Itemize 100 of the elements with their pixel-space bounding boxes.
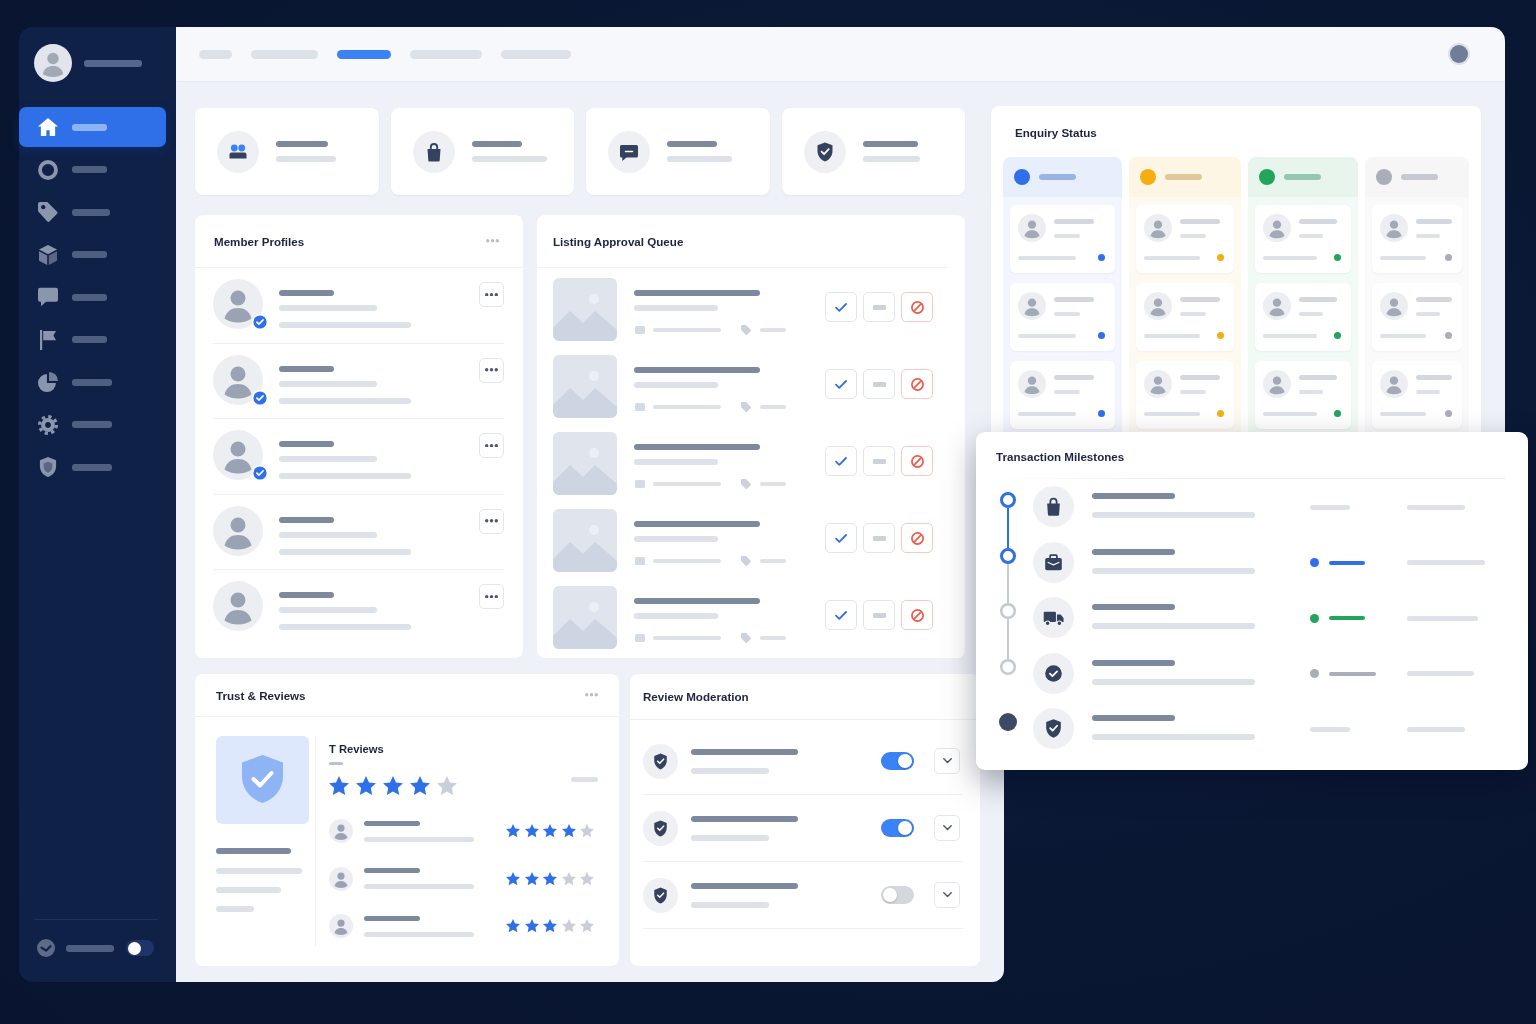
shield-check-icon [643, 743, 678, 779]
sidebar-item[interactable] [19, 107, 166, 147]
more-icon [485, 292, 498, 297]
more-button[interactable] [479, 508, 504, 534]
placeholder-bar [1018, 411, 1076, 416]
star-icon [561, 824, 576, 838]
placeholder-bar [72, 208, 110, 216]
star-icon [543, 871, 557, 886]
more-button[interactable] [479, 433, 504, 458]
more-button[interactable] [479, 584, 504, 609]
image-placeholder [553, 278, 617, 341]
tag-icon [741, 402, 751, 412]
tag-icon [741, 325, 751, 335]
square-icon [635, 634, 645, 642]
avatar-icon [1380, 370, 1408, 398]
placeholder-bar [364, 820, 420, 826]
more-button[interactable] [479, 357, 504, 383]
reject-button[interactable] [901, 523, 933, 553]
star-icon [506, 824, 520, 838]
star-icon [329, 776, 349, 796]
square-icon [635, 403, 645, 411]
placeholder-bar [1380, 411, 1426, 416]
placeholder-bar [1054, 219, 1094, 224]
minus-icon [872, 535, 886, 541]
toggle-switch[interactable] [126, 940, 154, 956]
chevron-down-icon [942, 825, 952, 831]
toggle-switch[interactable] [881, 886, 914, 904]
truck-icon [1033, 597, 1074, 638]
placeholder-bar [1263, 411, 1317, 416]
expand-button[interactable] [934, 882, 960, 908]
toggle-switch[interactable] [881, 819, 914, 837]
chat-icon [608, 130, 650, 173]
timeline-connector [1007, 619, 1009, 659]
approve-button[interactable] [825, 292, 857, 322]
more-icon[interactable] [486, 239, 499, 243]
expand-button[interactable] [934, 748, 960, 774]
toggle-switch[interactable] [881, 752, 914, 770]
more-icon[interactable] [585, 693, 598, 697]
placeholder-bar [1329, 671, 1376, 676]
placeholder-bar [1018, 333, 1076, 338]
placeholder-bar [1299, 297, 1337, 302]
placeholder-bar [1180, 375, 1220, 380]
reject-button[interactable] [901, 369, 933, 399]
placeholder-bar [84, 59, 142, 67]
avatar-icon [213, 581, 263, 631]
avatar-icon [1144, 370, 1172, 398]
nav-tab[interactable] [337, 49, 391, 59]
avatar-icon [1448, 43, 1470, 65]
tag-icon [741, 556, 751, 566]
avatar-icon [213, 279, 263, 329]
avatar-icon [213, 354, 263, 405]
reject-button[interactable] [901, 600, 933, 630]
placeholder-bar [1180, 390, 1206, 394]
approve-button[interactable] [825, 600, 857, 630]
people-icon [217, 130, 259, 173]
avatar-icon [329, 866, 353, 891]
placeholder-bar [1416, 390, 1440, 394]
star-icon [580, 871, 594, 886]
placeholder-bar [1416, 219, 1452, 224]
minus-icon [872, 458, 886, 464]
placeholder-bar [1144, 333, 1200, 338]
approve-button[interactable] [825, 369, 857, 399]
more-icon [485, 519, 498, 523]
image-placeholder [553, 355, 617, 418]
more-icon [485, 594, 498, 599]
bag-icon [1033, 486, 1074, 527]
panel-title: Member Profiles [214, 233, 305, 249]
shield-check-icon [643, 877, 678, 913]
placeholder-bar [216, 887, 281, 893]
flag-icon [38, 329, 58, 350]
star-icon [580, 919, 594, 933]
expand-button[interactable] [934, 815, 960, 841]
more-button[interactable] [479, 282, 504, 307]
panel-title: Listing Approval Queue [553, 233, 684, 249]
check-circle-icon [1033, 652, 1074, 694]
star-icon [524, 824, 539, 838]
placeholder-bar [667, 141, 717, 147]
star-icon [580, 824, 594, 838]
placeholder-bar [760, 482, 786, 486]
placeholder-bar [1180, 234, 1206, 238]
star-icon [506, 871, 520, 886]
placeholder-bar [1180, 219, 1220, 224]
chevron-down-icon [942, 892, 952, 898]
placeholder-bar [1299, 219, 1337, 224]
placeholder-bar [1284, 174, 1321, 180]
placeholder-bar [1263, 333, 1317, 338]
reject-button[interactable] [901, 292, 933, 322]
placeholder-bar [571, 777, 598, 782]
square-icon [635, 326, 645, 334]
avatar-icon [213, 505, 263, 556]
placeholder-bar [1407, 726, 1465, 732]
settings-icon [38, 414, 58, 435]
approve-button[interactable] [825, 523, 857, 553]
reject-button[interactable] [901, 446, 933, 476]
panel-title: Transaction Milestones [996, 449, 1125, 464]
placeholder-bar [667, 156, 732, 162]
placeholder-bar [72, 251, 107, 258]
approve-button[interactable] [825, 446, 857, 476]
avatar-icon [34, 44, 72, 82]
shield-icon [38, 457, 58, 477]
